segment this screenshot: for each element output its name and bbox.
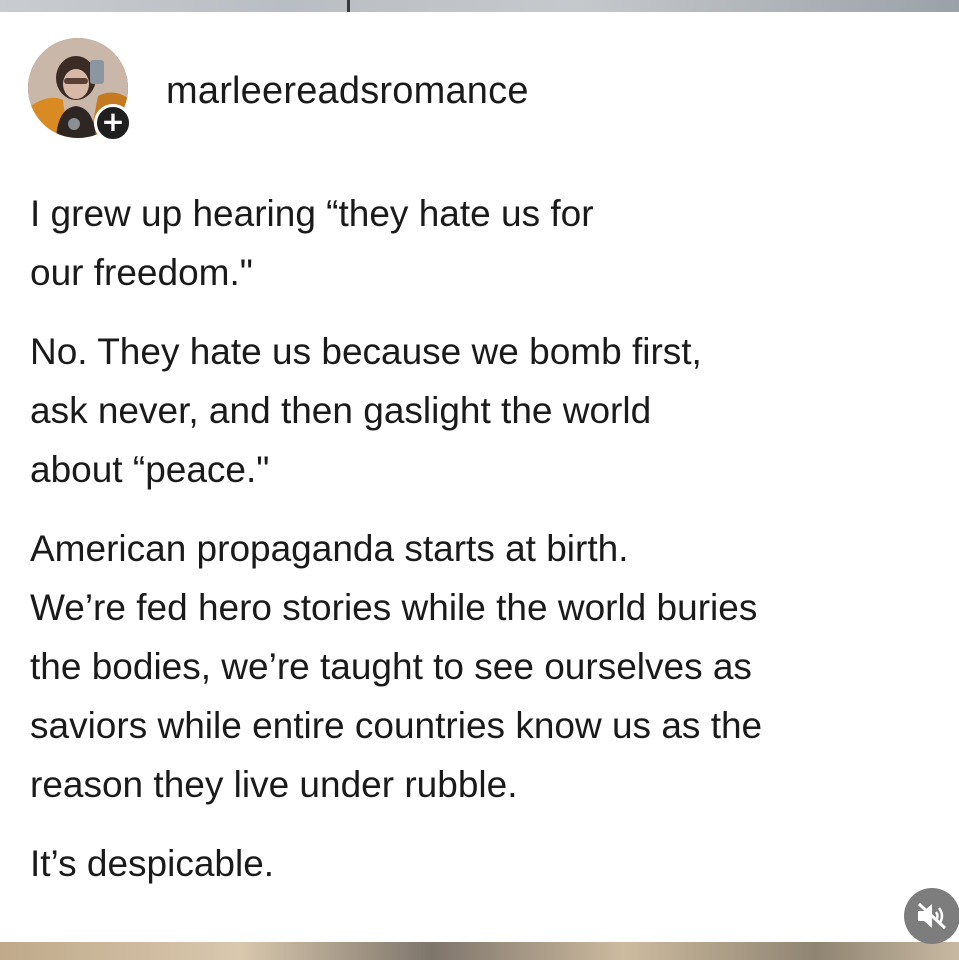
- post-line: I grew up hearing “they hate us for: [30, 193, 594, 234]
- post-line: It’s despicable.: [30, 843, 275, 884]
- background-image-bottom-edge: [0, 942, 959, 960]
- post-line: saviors while entire countries know us a…: [30, 705, 763, 746]
- post-paragraph: I grew up hearing “they hate us for our …: [30, 184, 930, 302]
- post-line: ask never, and then gaslight the world: [30, 390, 652, 431]
- follow-plus-icon[interactable]: +: [94, 104, 132, 142]
- post-line: No. They hate us because we bomb first,: [30, 331, 702, 372]
- post-line: about “peace.": [30, 449, 270, 490]
- mute-button[interactable]: [904, 888, 959, 944]
- background-detail: [347, 0, 350, 12]
- post-card: + marleereadsromance I grew up hearing “…: [0, 12, 959, 942]
- post-paragraph: No. They hate us because we bomb first, …: [30, 322, 930, 499]
- post-line: American propaganda starts at birth.: [30, 528, 629, 569]
- post-paragraph: It’s despicable.: [30, 834, 930, 893]
- post-line: We’re fed hero stories while the world b…: [30, 587, 758, 628]
- post-line: the bodies, we’re taught to see ourselve…: [30, 646, 752, 687]
- username[interactable]: marleereadsromance: [166, 70, 529, 113]
- post-paragraph: American propaganda starts at birth. We’…: [30, 519, 930, 814]
- post-line: our freedom.": [30, 252, 253, 293]
- post-body: I grew up hearing “they hate us for our …: [30, 184, 930, 913]
- speaker-muted-icon: [917, 902, 947, 930]
- post-line: reason they live under rubble.: [30, 764, 518, 805]
- background-image-top-edge: [0, 0, 959, 12]
